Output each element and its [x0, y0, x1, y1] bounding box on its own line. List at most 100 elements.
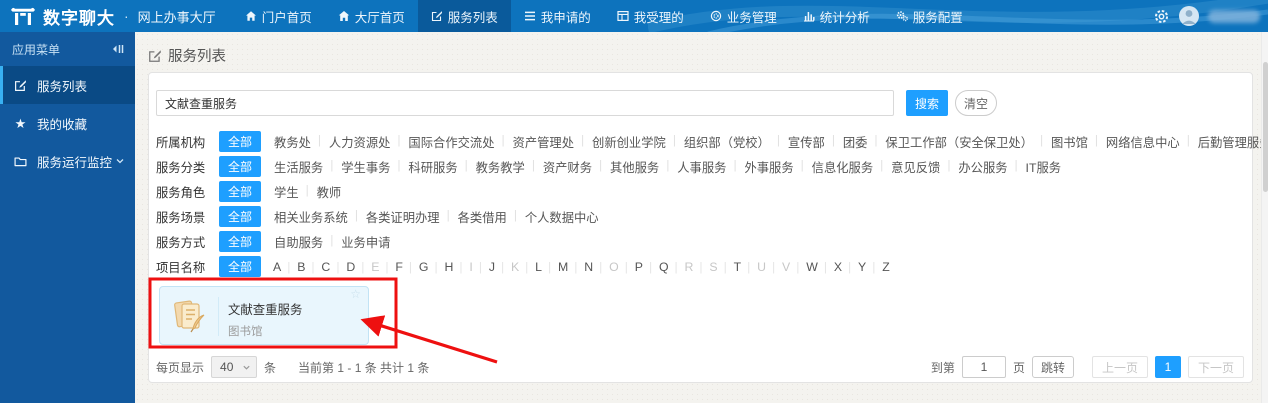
prev-page-button[interactable]: 上一页: [1091, 356, 1148, 378]
filter-option[interactable]: 办公服务: [947, 158, 1016, 176]
filter-option[interactable]: 生活服务: [265, 158, 332, 176]
letter-option-W[interactable]: W: [796, 260, 826, 274]
nav-item-label: 服务配置: [912, 10, 963, 25]
collapse-sidebar-icon[interactable]: [111, 43, 125, 55]
filter-option[interactable]: 自助服务: [265, 233, 332, 251]
user-avatar[interactable]: [1179, 6, 1199, 26]
filter-option[interactable]: 网络信息中心: [1095, 133, 1189, 151]
letter-option-N[interactable]: N: [574, 260, 601, 274]
nav-item-service-list[interactable]: 服务列表: [417, 0, 511, 32]
filter-option[interactable]: 意见反馈: [880, 158, 949, 176]
sidebar-item-label: 我的收藏: [37, 117, 88, 132]
filter-option[interactable]: 个人数据中心: [514, 208, 608, 226]
jump-button[interactable]: 跳转: [1031, 356, 1074, 378]
letter-option-O[interactable]: O: [599, 260, 627, 274]
letter-option-L[interactable]: L: [525, 260, 550, 274]
filter-option[interactable]: 科研服务: [397, 158, 466, 176]
filter-option[interactable]: 国际合作交流处: [397, 133, 503, 151]
nav-item-my-accepted[interactable]: 我受理的: [604, 0, 697, 32]
sidebar-item-my-favorites[interactable]: ★ 我的收藏: [0, 104, 135, 142]
filter-option[interactable]: 组织部（党校）: [673, 133, 779, 151]
filter-option[interactable]: 各类借用: [447, 208, 516, 226]
goto-page-input[interactable]: [961, 356, 1006, 378]
current-page-button[interactable]: 1: [1154, 356, 1181, 378]
search-button[interactable]: 搜索: [906, 90, 948, 116]
filter-all-badge[interactable]: 全部: [219, 256, 262, 277]
letter-option-R[interactable]: R: [675, 260, 702, 274]
letter-option-A[interactable]: A: [265, 260, 289, 274]
filter-option[interactable]: 相关业务系统: [265, 208, 357, 226]
filter-option[interactable]: IT服务: [1015, 158, 1071, 176]
filter-all-badge[interactable]: 全部: [219, 181, 262, 202]
nav-item-my-applications[interactable]: 我申请的: [511, 0, 604, 32]
letter-option-D[interactable]: D: [336, 260, 363, 274]
sidebar-item-service-monitor[interactable]: 服务运行监控: [0, 142, 135, 180]
service-card[interactable]: ☆ 文献查重服务 图书馆: [159, 286, 369, 345]
letter-option-F[interactable]: F: [385, 260, 411, 274]
nav-item-portal-home[interactable]: 门户首页: [232, 0, 325, 32]
letter-option-H[interactable]: H: [435, 260, 462, 274]
filter-option[interactable]: 后勤管理服务中心: [1187, 133, 1268, 151]
letter-option-C[interactable]: C: [311, 260, 338, 274]
filter-option[interactable]: 教师: [306, 183, 351, 201]
sidebar-item-service-list[interactable]: 服务列表: [0, 66, 135, 104]
letter-option-M[interactable]: M: [548, 260, 576, 274]
brand[interactable]: 数字聊大 · 网上办事大厅: [0, 4, 232, 29]
filter-option[interactable]: 学生事务: [330, 158, 399, 176]
search-input[interactable]: [156, 90, 894, 116]
next-page-button[interactable]: 下一页: [1187, 356, 1244, 378]
letter-option-Z[interactable]: Z: [872, 260, 898, 274]
letter-option-S[interactable]: S: [699, 260, 725, 274]
letter-option-X[interactable]: X: [824, 260, 850, 274]
service-list-panel: 搜索 清空 所属机构全部教务处人力资源处国际合作交流处资产管理处创新创业学院组织…: [148, 72, 1268, 383]
filter-option[interactable]: 创新创业学院: [581, 133, 675, 151]
nav-item-statistics[interactable]: 统计分析: [790, 0, 883, 32]
filter-option[interactable]: 资产财务: [532, 158, 601, 176]
filter-option[interactable]: 人力资源处: [318, 133, 400, 151]
filter-option[interactable]: 宣传部: [777, 133, 834, 151]
filter-all-badge[interactable]: 全部: [219, 231, 262, 252]
letter-option-V[interactable]: V: [772, 260, 798, 274]
letter-option-Y[interactable]: Y: [848, 260, 874, 274]
letter-option-B[interactable]: B: [287, 260, 313, 274]
filter-all-badge[interactable]: 全部: [219, 131, 262, 152]
per-page-select[interactable]: 40: [211, 356, 258, 378]
filter-option[interactable]: 教务教学: [465, 158, 534, 176]
per-page-value: 40: [220, 360, 234, 374]
gears-icon: [896, 10, 908, 22]
edit-icon: [14, 79, 27, 92]
letter-option-J[interactable]: J: [479, 260, 503, 274]
username-redacted[interactable]: [1208, 9, 1260, 23]
nav-item-business-management[interactable]: 业务管理: [697, 0, 790, 32]
filter-option[interactable]: 各类证明办理: [355, 208, 449, 226]
pagination-summary: 当前第 1 - 1 条 共计 1 条: [298, 360, 430, 375]
filter-all-badge[interactable]: 全部: [219, 206, 262, 227]
settings-gear-icon[interactable]: [1153, 8, 1170, 25]
clear-button[interactable]: 清空: [955, 90, 997, 116]
filter-option[interactable]: 教务处: [265, 133, 320, 151]
filter-option[interactable]: 信息化服务: [801, 158, 883, 176]
letter-option-T[interactable]: T: [724, 260, 750, 274]
letter-option-U[interactable]: U: [747, 260, 774, 274]
filter-option[interactable]: 外事服务: [733, 158, 802, 176]
card-divider: [218, 297, 219, 336]
letter-option-K[interactable]: K: [501, 260, 527, 274]
filter-option[interactable]: 图书馆: [1040, 133, 1097, 151]
letter-option-E[interactable]: E: [361, 260, 387, 274]
letter-option-P[interactable]: P: [625, 260, 651, 274]
filter-option[interactable]: 团委: [832, 133, 877, 151]
filter-option[interactable]: 学生: [265, 183, 308, 201]
filter-option[interactable]: 业务申请: [330, 233, 399, 251]
letter-option-G[interactable]: G: [409, 260, 437, 274]
nav-item-hall-home[interactable]: 大厅首页: [325, 0, 418, 32]
filter-option[interactable]: 其他服务: [599, 158, 668, 176]
filter-all-badge[interactable]: 全部: [219, 156, 262, 177]
letter-option-Q[interactable]: Q: [649, 260, 677, 274]
scrollbar-thumb[interactable]: [1263, 62, 1268, 192]
filter-option[interactable]: 资产管理处: [502, 133, 584, 151]
filter-option[interactable]: 人事服务: [666, 158, 735, 176]
filter-option[interactable]: 保卫工作部（安全保卫处）: [874, 133, 1042, 151]
nav-item-service-config[interactable]: 服务配置: [883, 0, 976, 32]
star-outline-icon[interactable]: ☆: [350, 287, 361, 301]
scrollbar-track[interactable]: [1261, 32, 1268, 403]
